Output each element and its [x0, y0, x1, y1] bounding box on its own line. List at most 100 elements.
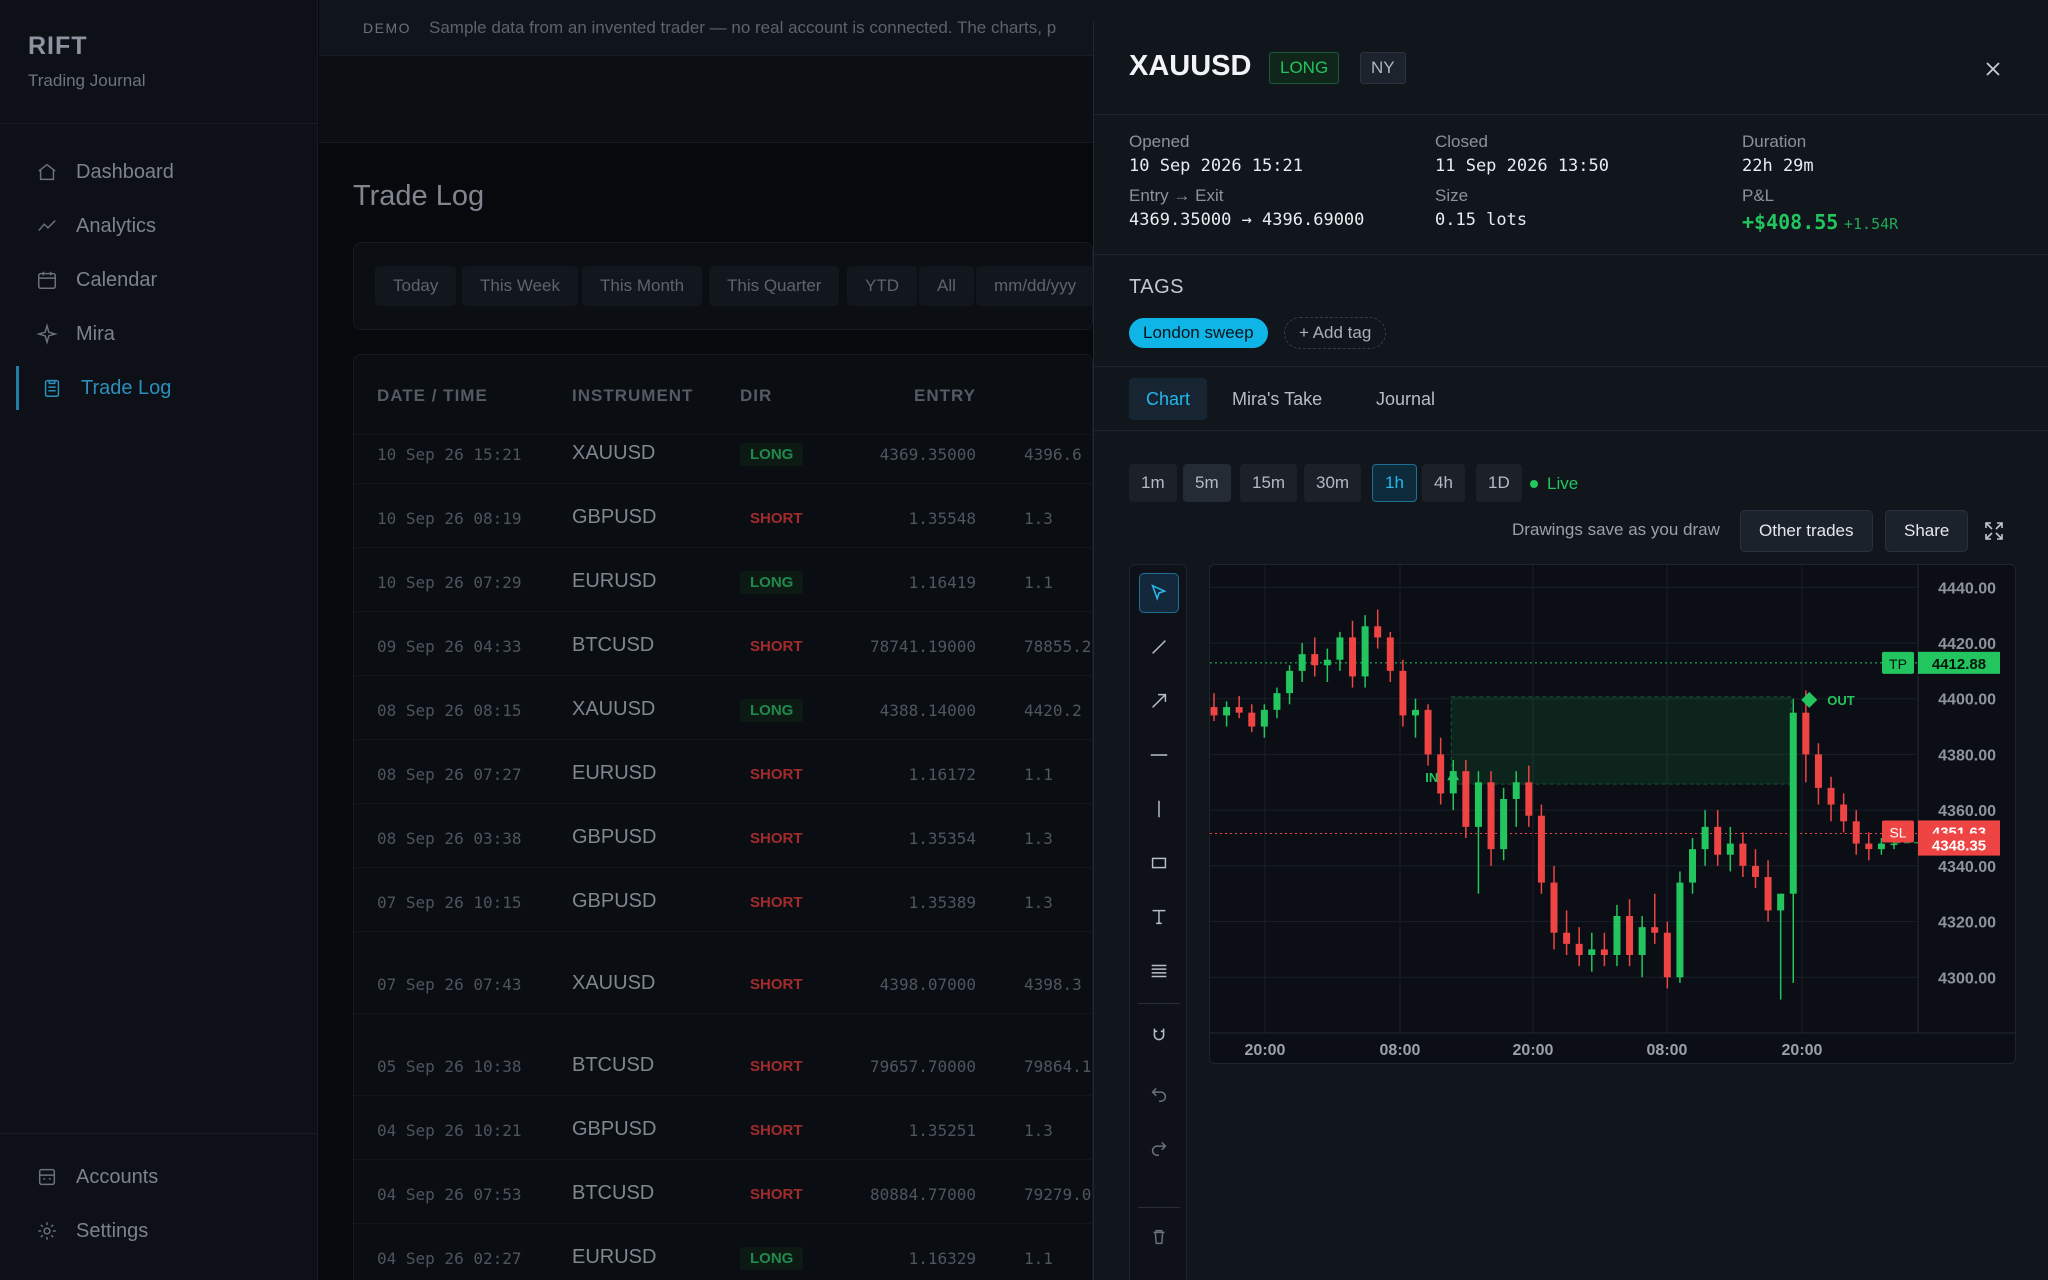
timeframe-1d[interactable]: 1D: [1476, 464, 1522, 502]
cell-entry: 80884.77000: [870, 1185, 976, 1204]
date-filter-input[interactable]: mm/dd/yyy: [976, 266, 1093, 306]
drawer-divider: [1094, 430, 2048, 431]
gear-icon: [36, 1220, 58, 1242]
x-tick-label: 08:00: [1380, 1042, 1421, 1059]
candle-down: [1374, 626, 1382, 638]
timeframe-30m[interactable]: 30m: [1304, 464, 1362, 502]
timeframe-1m[interactable]: 1m: [1129, 464, 1177, 502]
filter-this-month[interactable]: This Month: [582, 266, 703, 306]
candle-up: [1411, 709, 1419, 716]
filter-this-week[interactable]: This Week: [462, 266, 578, 306]
candle-up: [1273, 693, 1281, 710]
drawings-note: Drawings save as you draw: [1512, 520, 1720, 539]
rectangle-icon[interactable]: [1139, 843, 1179, 883]
candle-up: [1676, 882, 1684, 978]
nav-item-calendar[interactable]: Calendar: [18, 258, 300, 302]
trash-icon[interactable]: [1139, 1217, 1179, 1257]
cell-exit: 1.1: [1024, 1249, 1053, 1268]
other-trades-button[interactable]: Other trades: [1740, 510, 1873, 552]
filter-today[interactable]: Today: [375, 266, 457, 306]
column-header-date[interactable]: DATE / TIME: [377, 386, 488, 406]
column-header-instrument[interactable]: INSTRUMENT: [572, 386, 693, 406]
cell-entry: 1.35548: [908, 509, 976, 528]
candlestick-chart[interactable]: 4300.00 4320.00 4340.00 4360.00 4380.00 4400.…: [1210, 565, 2016, 1064]
cell-date: 10 Sep 26 07:29: [377, 573, 522, 592]
direction-badge: SHORT: [750, 1122, 803, 1139]
exit-label: OUT: [1827, 693, 1855, 708]
y-tick-label: 4360.00: [1938, 803, 1996, 820]
price-chart[interactable]: 4300.00 4320.00 4340.00 4360.00 4380.00 4400.…: [1209, 564, 2016, 1064]
candle-down: [1840, 804, 1848, 822]
cell-date: 09 Sep 26 04:33: [377, 637, 522, 656]
cell-instrument: XAUUSD: [572, 442, 656, 464]
chart-line-icon: [36, 215, 58, 237]
candle-up: [1323, 659, 1331, 666]
tab-journal[interactable]: Journal: [1359, 378, 1452, 420]
arrow-icon[interactable]: [1139, 681, 1179, 721]
drawer-divider: [1094, 114, 2048, 115]
text-icon[interactable]: [1139, 897, 1179, 937]
direction-badge: SHORT: [750, 894, 803, 911]
pnl-r-multiple: +1.54R: [1844, 215, 1899, 233]
nav-item-analytics[interactable]: Analytics: [18, 204, 300, 248]
duration-label: Duration: [1742, 132, 1807, 151]
cell-exit: 78855.2: [1024, 637, 1092, 656]
candle-up: [1638, 927, 1646, 955]
timeframe-1h[interactable]: 1h: [1372, 464, 1417, 502]
page-title: Trade Log: [353, 180, 485, 212]
brand: RIFT Trading Journal: [28, 32, 146, 91]
cell-date: 07 Sep 26 07:43: [377, 975, 522, 994]
vertical-line-icon[interactable]: [1139, 789, 1179, 829]
clear-drawings-icon[interactable]: [1139, 1271, 1179, 1280]
candle-up: [1286, 670, 1294, 694]
trade-detail-drawer: XAUUSD LONG NY Opened 10 Sep 2026 15:21 …: [1093, 22, 2048, 1280]
entry-label: IN: [1425, 770, 1438, 785]
row-divider: [354, 547, 1092, 548]
share-button[interactable]: Share: [1885, 510, 1969, 552]
candle-up: [1474, 782, 1482, 827]
nav-item-accounts[interactable]: Accounts: [18, 1155, 300, 1199]
candle-up: [1512, 782, 1520, 799]
filter-all[interactable]: All: [919, 266, 974, 306]
x-tick-label: 20:00: [1513, 1042, 1554, 1059]
nav-item-trade-log[interactable]: Trade Log: [16, 366, 298, 410]
live-indicator: Live: [1530, 474, 1578, 494]
direction-badge: SHORT: [750, 1186, 803, 1203]
sparkle-icon: [36, 323, 58, 345]
direction-badge: LONG: [740, 1247, 804, 1270]
cell-date: 04 Sep 26 10:21: [377, 1121, 522, 1140]
timeframe-5m[interactable]: 5m: [1183, 464, 1231, 502]
brand-subtitle: Trading Journal: [28, 71, 146, 90]
fullscreen-icon[interactable]: [1982, 519, 2006, 543]
tag-london-sweep[interactable]: London sweep: [1129, 318, 1268, 348]
row-divider: [354, 483, 1092, 484]
close-icon[interactable]: [1982, 58, 2004, 80]
tab-miras-take[interactable]: Mira's Take: [1215, 378, 1339, 420]
magnet-icon[interactable]: [1139, 1015, 1179, 1055]
nav-item-settings[interactable]: Settings: [18, 1209, 300, 1253]
nav-item-dashboard[interactable]: Dashboard: [18, 150, 300, 194]
timeframe-15m[interactable]: 15m: [1240, 464, 1298, 502]
filter-this-quarter[interactable]: This Quarter: [709, 266, 840, 306]
undo-icon[interactable]: [1139, 1073, 1179, 1113]
brand-name: RIFT: [28, 32, 88, 60]
y-tick-label: 4380.00: [1938, 747, 1996, 764]
tab-chart[interactable]: Chart: [1129, 378, 1208, 420]
cell-entry: 1.35354: [908, 829, 976, 848]
filter-ytd[interactable]: YTD: [847, 266, 917, 306]
y-tick-label: 4400.00: [1938, 692, 1996, 709]
candle-up: [1336, 637, 1344, 660]
timeframe-4h[interactable]: 4h: [1422, 464, 1465, 502]
trendline-icon[interactable]: [1139, 627, 1179, 667]
horizontal-line-icon[interactable]: [1139, 735, 1179, 775]
column-header-dir[interactable]: DIR: [740, 386, 772, 406]
fib-icon[interactable]: [1139, 951, 1179, 991]
redo-icon[interactable]: [1139, 1127, 1179, 1167]
nav-item-mira[interactable]: Mira: [18, 312, 300, 356]
column-header-entry[interactable]: ENTRY: [914, 386, 976, 406]
cursor-icon[interactable]: [1139, 573, 1179, 613]
cell-instrument: EURUSD: [572, 1246, 657, 1268]
direction-badge: SHORT: [750, 766, 803, 783]
add-tag-button[interactable]: + Add tag: [1284, 317, 1387, 349]
cell-entry: 1.16172: [908, 765, 976, 784]
